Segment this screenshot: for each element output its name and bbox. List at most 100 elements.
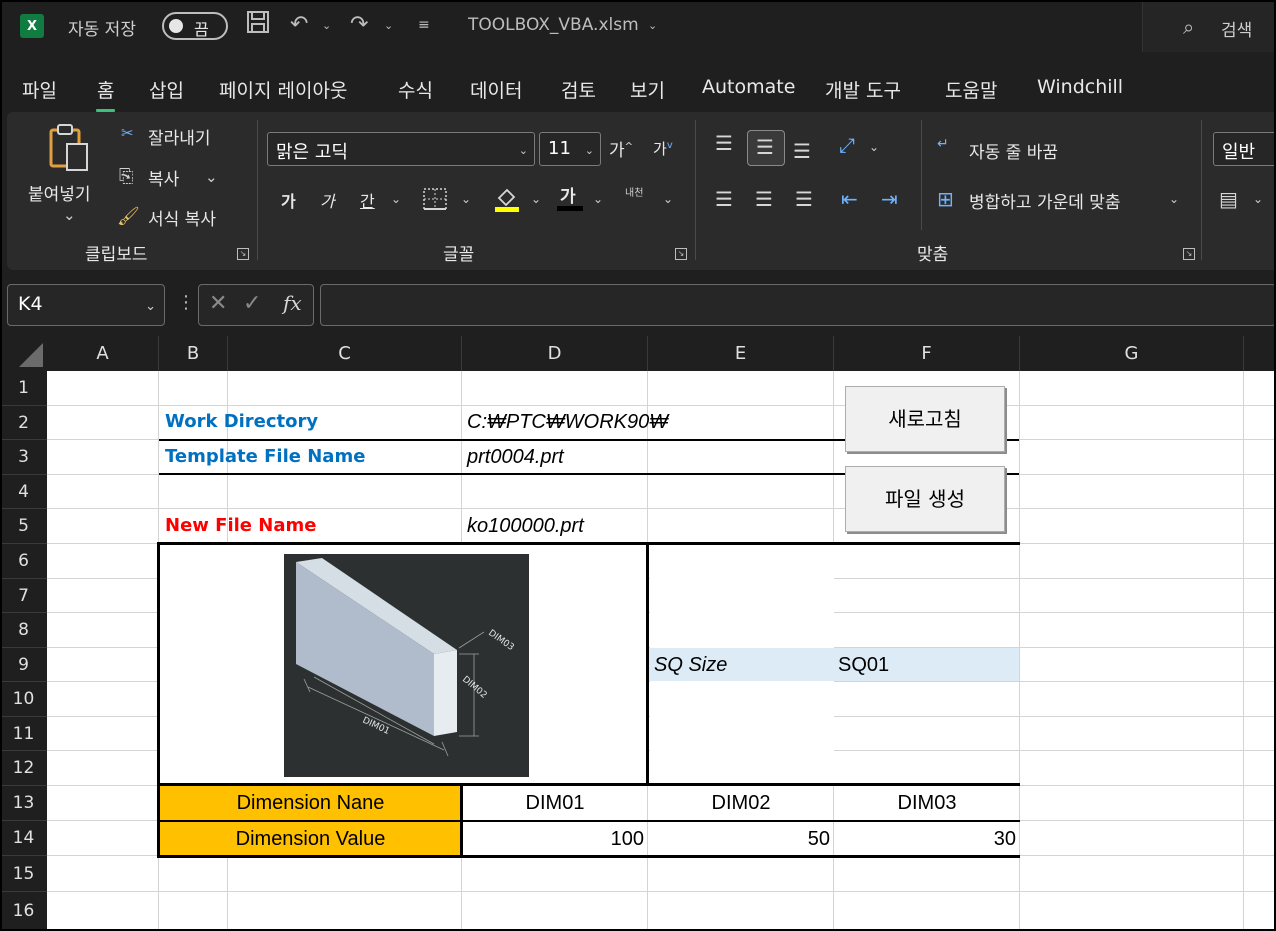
row-header[interactable]: 16 xyxy=(0,892,47,931)
column-header-b[interactable]: B xyxy=(159,336,228,371)
accounting-dropdown-icon[interactable]: ⌄ xyxy=(1253,192,1263,206)
column-header-d[interactable]: D xyxy=(462,336,648,371)
template-file-value[interactable]: prt0004.prt xyxy=(467,440,564,474)
alignment-launcher-icon[interactable]: ↘ xyxy=(1183,248,1195,260)
enter-icon[interactable]: ✓ xyxy=(243,291,261,316)
paste-dropdown-icon[interactable]: ⌄ xyxy=(63,206,76,224)
column-header-f[interactable]: F xyxy=(834,336,1020,371)
orientation-icon[interactable]: ⤢ xyxy=(839,134,855,156)
font-size-select[interactable]: 11 ⌄ xyxy=(539,132,601,166)
column-header-h[interactable] xyxy=(1244,336,1276,371)
tab-home[interactable]: 홈 xyxy=(95,76,117,112)
row-header[interactable]: 4 xyxy=(0,475,47,509)
new-file-value[interactable]: ko100000.prt xyxy=(467,509,584,543)
merge-center-dropdown-icon[interactable]: ⌄ xyxy=(1169,192,1179,206)
column-header-e[interactable]: E xyxy=(648,336,834,371)
align-center-icon[interactable]: ☰ xyxy=(755,188,773,210)
phonetic-dropdown-icon[interactable]: ⌄ xyxy=(663,192,673,206)
orientation-dropdown-icon[interactable]: ⌄ xyxy=(869,140,879,154)
underline-dropdown-icon[interactable]: ⌄ xyxy=(391,192,401,206)
cut-button[interactable]: 잘라내기 xyxy=(148,124,211,149)
row-header[interactable]: 6 xyxy=(0,544,47,579)
tab-page-layout[interactable]: 페이지 레이아웃 xyxy=(219,76,347,103)
increase-indent-icon[interactable]: ⇥ xyxy=(881,188,898,210)
dim-name-2[interactable]: DIM02 xyxy=(648,786,834,820)
dim-value-1[interactable]: 100 xyxy=(462,822,644,856)
autosave-toggle[interactable]: 끔 xyxy=(162,12,228,40)
cancel-icon[interactable]: ✕ xyxy=(209,291,227,316)
row-header[interactable]: 1 xyxy=(0,371,47,406)
font-color-dropdown-icon[interactable]: ⌄ xyxy=(593,192,603,206)
row-header[interactable]: 5 xyxy=(0,509,47,544)
create-file-button[interactable]: 파일 생성 xyxy=(845,466,1005,532)
row-header[interactable]: 15 xyxy=(0,856,47,892)
fill-color-dropdown-icon[interactable]: ⌄ xyxy=(531,192,541,206)
select-all-button[interactable] xyxy=(0,336,47,371)
font-color-button[interactable]: 가 xyxy=(560,182,576,207)
tab-insert[interactable]: 삽입 xyxy=(149,76,184,103)
refresh-button[interactable]: 새로고침 xyxy=(845,386,1005,452)
wrap-text-button[interactable]: 자동 줄 바꿈 xyxy=(969,138,1058,163)
row-header[interactable]: 9 xyxy=(0,648,47,682)
align-bottom-icon[interactable]: ☰ xyxy=(793,140,811,162)
tab-automate[interactable]: Automate xyxy=(702,76,795,98)
row-header[interactable]: 10 xyxy=(0,682,47,717)
undo-icon[interactable]: ↶ xyxy=(290,10,308,40)
font-name-select[interactable]: 맑은 고딕 ⌄ xyxy=(267,132,535,166)
italic-button[interactable]: 가 xyxy=(320,188,335,212)
undo-dropdown-icon[interactable]: ⌄ xyxy=(322,19,331,32)
fill-color-icon[interactable] xyxy=(493,184,521,216)
file-name[interactable]: TOOLBOX_VBA.xlsm xyxy=(468,15,639,35)
search-box[interactable]: ⌕ 검색 xyxy=(1142,2,1274,52)
phonetic-button[interactable]: 내천 xyxy=(625,184,643,199)
borders-dropdown-icon[interactable]: ⌄ xyxy=(461,192,471,206)
align-middle-button[interactable]: ☰ xyxy=(747,130,785,166)
font-launcher-icon[interactable]: ↘ xyxy=(675,248,687,260)
formula-input[interactable] xyxy=(320,284,1276,326)
more-options-icon[interactable]: ⋮ xyxy=(177,292,195,313)
row-header[interactable]: 3 xyxy=(0,440,47,475)
align-left-icon[interactable]: ☰ xyxy=(715,188,733,210)
underline-button[interactable]: 간 xyxy=(360,188,375,212)
grow-font-button[interactable]: 가^ xyxy=(609,136,633,161)
tab-help[interactable]: 도움말 xyxy=(945,76,997,103)
clipboard-launcher-icon[interactable]: ↘ xyxy=(237,248,249,260)
number-format-select[interactable]: 일반 xyxy=(1213,132,1276,166)
name-box[interactable]: K4 ⌄ xyxy=(7,284,165,326)
dim-value-2[interactable]: 50 xyxy=(648,822,830,856)
work-directory-value[interactable]: C:₩PTC₩WORK90₩ xyxy=(467,405,668,439)
copy-dropdown-icon[interactable]: ⌄ xyxy=(205,168,218,186)
copy-button[interactable]: 복사 xyxy=(148,165,179,190)
tab-view[interactable]: 보기 xyxy=(630,76,665,103)
save-icon[interactable] xyxy=(246,10,270,43)
row-header[interactable]: 11 xyxy=(0,717,47,751)
column-header-c[interactable]: C xyxy=(228,336,462,371)
row-header[interactable]: 8 xyxy=(0,613,47,648)
filename-dropdown-icon[interactable]: ⌄ xyxy=(648,19,657,32)
merge-center-button[interactable]: 병합하고 가운데 맞춤 xyxy=(969,188,1121,213)
row-header[interactable]: 12 xyxy=(0,751,47,786)
dim-name-1[interactable]: DIM01 xyxy=(462,786,648,820)
row-header[interactable]: 2 xyxy=(0,406,47,440)
row-header[interactable]: 7 xyxy=(0,579,47,613)
tab-data[interactable]: 데이터 xyxy=(470,76,522,103)
dim-value-3[interactable]: 30 xyxy=(834,822,1016,856)
tab-developer[interactable]: 개발 도구 xyxy=(825,76,901,103)
dim-name-3[interactable]: DIM03 xyxy=(834,786,1020,820)
tab-file[interactable]: 파일 xyxy=(22,76,57,103)
tab-review[interactable]: 검토 xyxy=(561,76,596,103)
column-header-a[interactable]: A xyxy=(47,336,159,371)
paste-button[interactable]: 붙여넣기 xyxy=(28,180,91,205)
insert-function-icon[interactable]: fx xyxy=(283,291,302,315)
align-right-icon[interactable]: ☰ xyxy=(795,188,813,210)
format-painter-button[interactable]: 서식 복사 xyxy=(148,205,216,230)
tab-windchill[interactable]: Windchill xyxy=(1037,76,1123,98)
redo-dropdown-icon[interactable]: ⌄ xyxy=(384,19,393,32)
decrease-indent-icon[interactable]: ⇤ xyxy=(841,188,858,210)
align-top-icon[interactable]: ☰ xyxy=(715,132,733,154)
tab-formulas[interactable]: 수식 xyxy=(398,76,433,103)
redo-icon[interactable]: ↷ xyxy=(350,10,368,40)
shrink-font-button[interactable]: 가v xyxy=(653,138,673,159)
row-header[interactable]: 14 xyxy=(0,821,47,856)
borders-icon[interactable] xyxy=(423,188,447,214)
